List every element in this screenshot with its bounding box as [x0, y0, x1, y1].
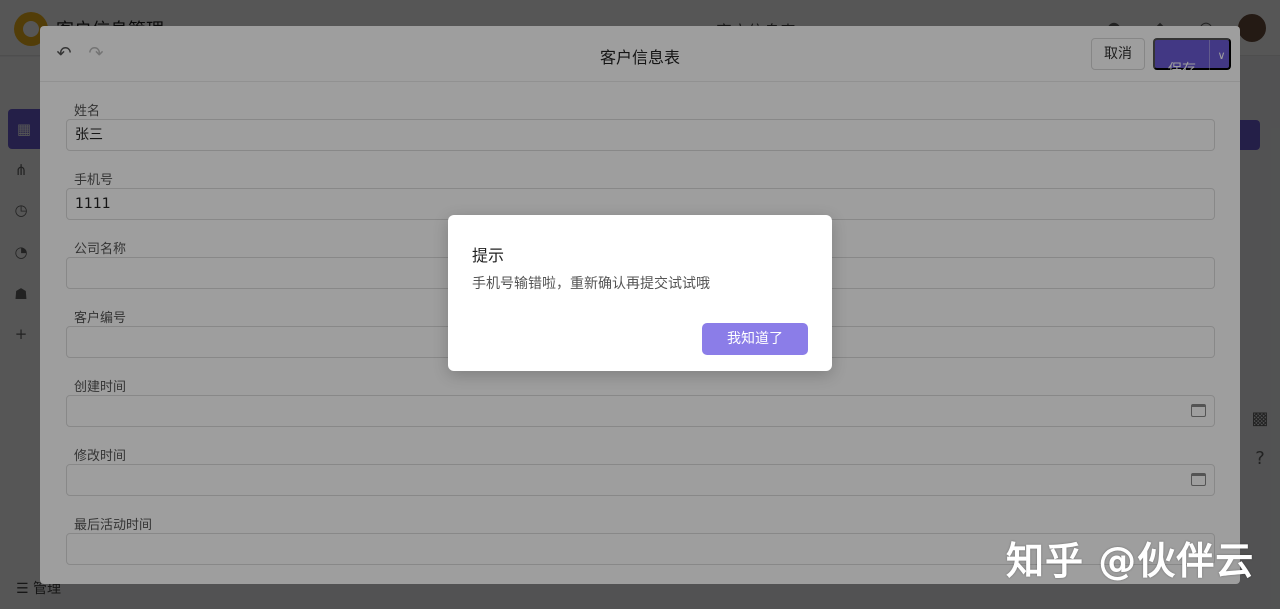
- alert-dialog: 提示 手机号输错啦，重新确认再提交试试哦 我知道了: [448, 215, 832, 371]
- acknowledge-button[interactable]: 我知道了: [702, 323, 808, 355]
- dialog-title: 提示: [472, 246, 505, 265]
- watermark: 知乎 @伙伴云: [1006, 539, 1255, 583]
- dialog-message: 手机号输错啦，重新确认再提交试试哦: [472, 276, 710, 292]
